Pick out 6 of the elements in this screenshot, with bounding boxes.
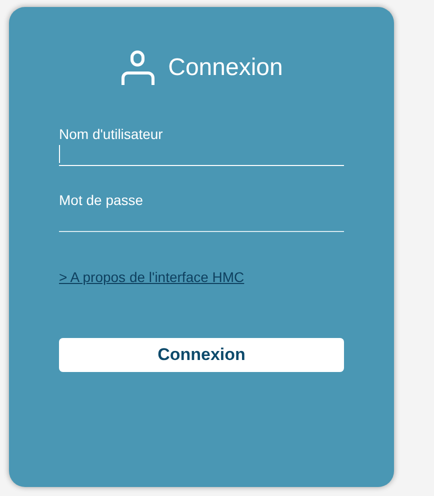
login-button[interactable]: Connexion bbox=[59, 338, 344, 372]
login-title: Connexion bbox=[168, 53, 283, 83]
text-cursor bbox=[59, 144, 60, 162]
field-label: Nom d'utilisateur bbox=[59, 126, 164, 142]
user-icon bbox=[120, 50, 156, 86]
field-label: Mot de passe bbox=[59, 192, 144, 208]
